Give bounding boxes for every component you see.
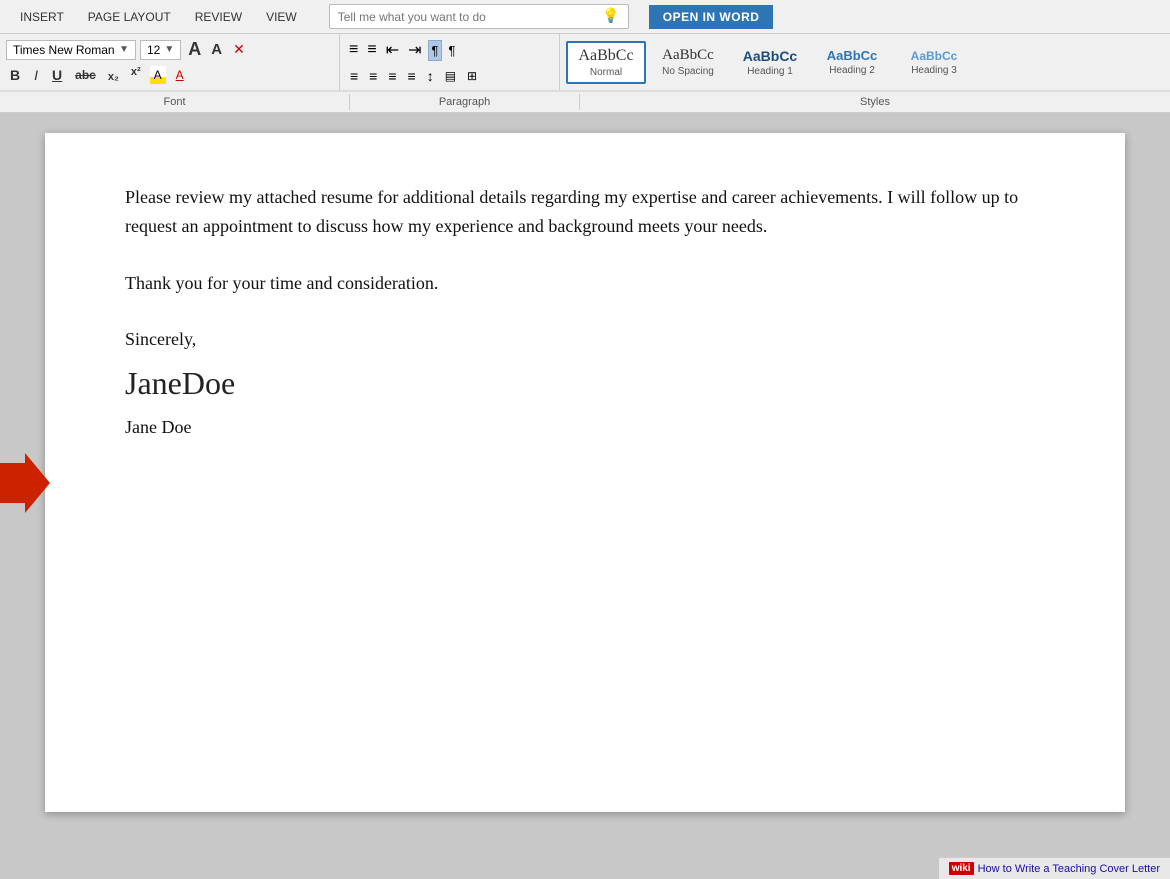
open-in-word-button[interactable]: OPEN IN WORD	[649, 5, 774, 29]
shading-button[interactable]: ▤	[441, 67, 460, 85]
wiki-footer: wiki How to Write a Teaching Cover Lette…	[939, 857, 1170, 879]
strikethrough-button[interactable]: abc	[72, 66, 99, 84]
numbered-list-button[interactable]: ≡	[364, 39, 379, 61]
align-center-button[interactable]: ≡	[365, 66, 381, 86]
font-dropdown-arrow: ▼	[119, 44, 129, 55]
style-heading3-label: Heading 3	[911, 65, 957, 76]
style-normal[interactable]: AaBbCc Normal	[566, 41, 646, 84]
style-heading1-preview: AaBbCc	[743, 48, 797, 64]
font-color-button[interactable]: A	[172, 66, 188, 84]
style-heading2[interactable]: AaBbCc Heading 2	[812, 44, 892, 80]
signature-cursive: JaneDoe	[125, 358, 1045, 409]
signature-block: Sincerely, JaneDoe Jane Doe	[125, 325, 1045, 442]
wiki-logo: wiki	[949, 862, 974, 875]
styles-section: AaBbCc Normal AaBbCc No Spacing AaBbCc H…	[560, 34, 1170, 90]
clear-format-button[interactable]: ✕	[229, 39, 249, 60]
justify-button[interactable]: ≡	[404, 66, 420, 86]
bullets-button[interactable]: ≡	[346, 39, 361, 61]
font-section-label: Font	[0, 94, 350, 110]
paragraph-resume-text: Please review my attached resume for add…	[125, 187, 1018, 236]
menu-page-layout[interactable]: PAGE LAYOUT	[76, 6, 183, 28]
increase-font-size-button[interactable]: A	[185, 38, 204, 61]
lightbulb-icon: 💡	[602, 8, 619, 25]
style-nospacing-label: No Spacing	[662, 66, 714, 77]
font-size-label: 12	[147, 43, 160, 57]
line-spacing-button[interactable]: ↕	[423, 66, 438, 86]
style-heading2-preview: AaBbCc	[827, 48, 878, 63]
document-page: Please review my attached resume for add…	[45, 133, 1125, 812]
styles-section-label: Styles	[580, 94, 1170, 110]
menu-insert[interactable]: INSERT	[8, 6, 76, 28]
style-heading3[interactable]: AaBbCc Heading 3	[894, 45, 974, 80]
underline-button[interactable]: U	[48, 65, 66, 85]
style-nospacing-preview: AaBbCc	[662, 47, 714, 64]
decrease-indent-button[interactable]: ⇤	[383, 38, 402, 62]
size-dropdown-arrow: ▼	[164, 44, 174, 55]
style-heading1-label: Heading 1	[747, 66, 793, 77]
menu-bar: INSERT PAGE LAYOUT REVIEW VIEW 💡 OPEN IN…	[0, 0, 1170, 34]
align-left-button[interactable]: ≡	[346, 66, 362, 86]
section-labels: Font Paragraph Styles	[0, 91, 1170, 112]
font-size-dropdown[interactable]: 12 ▼	[140, 40, 181, 60]
show-formatting-button[interactable]: ¶	[445, 41, 458, 60]
style-heading3-preview: AaBbCc	[911, 49, 958, 63]
paragraph-resume: Please review my attached resume for add…	[125, 183, 1045, 241]
toolbar: INSERT PAGE LAYOUT REVIEW VIEW 💡 OPEN IN…	[0, 0, 1170, 113]
increase-indent-button[interactable]: ⇥	[405, 38, 424, 62]
search-box[interactable]: 💡	[329, 4, 629, 29]
subscript-button[interactable]: x₂	[105, 69, 122, 85]
sort-button[interactable]: ¶	[428, 40, 443, 61]
style-heading1[interactable]: AaBbCc Heading 1	[730, 44, 810, 81]
italic-button[interactable]: I	[30, 65, 42, 85]
paragraph-thankyou-text: Thank you for your time and consideratio…	[125, 273, 438, 293]
signature-name: Jane Doe	[125, 413, 1045, 442]
menu-view[interactable]: VIEW	[254, 6, 309, 28]
paragraph-thankyou: Thank you for your time and consideratio…	[125, 269, 1045, 298]
document-area: Please review my attached resume for add…	[0, 113, 1170, 832]
highlight-button[interactable]: A	[150, 66, 166, 84]
style-normal-preview: AaBbCc	[578, 47, 633, 65]
style-nospacing[interactable]: AaBbCc No Spacing	[648, 43, 728, 81]
search-input[interactable]	[338, 10, 599, 24]
document-content: Please review my attached resume for add…	[125, 183, 1045, 442]
red-arrow-annotation	[0, 453, 50, 518]
align-right-button[interactable]: ≡	[384, 66, 400, 86]
borders-button[interactable]: ⊞	[463, 67, 481, 85]
style-heading2-label: Heading 2	[829, 65, 875, 76]
decrease-font-size-button[interactable]: A	[208, 40, 225, 59]
menu-review[interactable]: REVIEW	[183, 6, 254, 28]
closing-text: Sincerely,	[125, 325, 1045, 354]
style-normal-label: Normal	[590, 67, 622, 78]
wiki-footer-text[interactable]: How to Write a Teaching Cover Letter	[978, 863, 1160, 875]
superscript-button[interactable]: x²	[128, 64, 144, 80]
bold-button[interactable]: B	[6, 65, 24, 85]
font-name-label: Times New Roman	[13, 43, 115, 57]
para-section-label: Paragraph	[350, 94, 580, 110]
font-name-dropdown[interactable]: Times New Roman ▼	[6, 40, 136, 60]
